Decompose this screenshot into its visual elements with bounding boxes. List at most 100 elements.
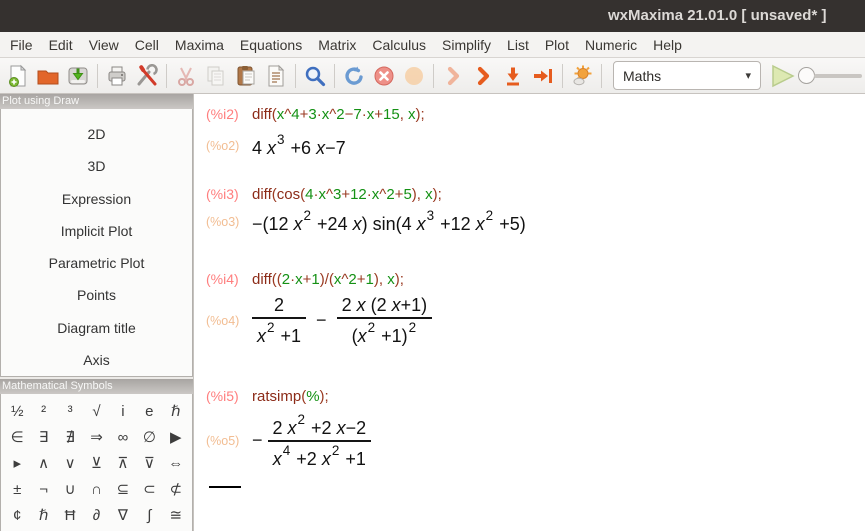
draw-button-3d[interactable]: 3D: [7, 153, 186, 179]
wxmaxima-window: wxMaxima 21.01.0 [ unsaved* ] File Edit Vi…: [0, 0, 865, 531]
symbol-button[interactable]: ∈: [11, 428, 24, 446]
draw-pane-caption[interactable]: Plot using Draw: [0, 94, 193, 109]
evaluate-to-point-icon[interactable]: [528, 61, 558, 91]
menu-plot[interactable]: Plot: [537, 37, 577, 53]
draw-button-parametric-plot[interactable]: Parametric Plot: [7, 250, 186, 276]
symbol-button[interactable]: ⊼: [117, 454, 128, 472]
paste-icon[interactable]: [231, 61, 261, 91]
new-document-icon[interactable]: [3, 61, 33, 91]
maths-dropdown-value: Maths: [623, 67, 662, 84]
slider-knob-icon[interactable]: [798, 67, 815, 84]
open-icon[interactable]: [33, 61, 63, 91]
symbol-button[interactable]: i: [121, 403, 124, 420]
menu-calculus[interactable]: Calculus: [364, 37, 434, 53]
symbol-button[interactable]: ∂: [93, 507, 100, 524]
toolbar: Maths ▾: [0, 58, 865, 94]
symbol-button[interactable]: ∫: [147, 507, 151, 524]
symbol-button[interactable]: ∪: [65, 480, 76, 498]
evaluate-all-icon[interactable]: [498, 61, 528, 91]
play-icon[interactable]: [768, 61, 798, 91]
symbol-button[interactable]: ⊽: [144, 454, 155, 472]
print-icon[interactable]: [102, 61, 132, 91]
slider-track[interactable]: [814, 73, 862, 78]
draw-button-axis[interactable]: Axis: [7, 347, 186, 373]
symbol-button[interactable]: ⇔: [168, 455, 183, 472]
interrupt-icon[interactable]: [369, 61, 399, 91]
symbols-pane-caption[interactable]: Mathematical Symbols: [0, 379, 193, 394]
configure-icon[interactable]: [132, 61, 162, 91]
symbol-button[interactable]: Ħ: [65, 507, 76, 524]
symbol-button[interactable]: ⊆: [117, 480, 130, 498]
symbol-button[interactable]: ²: [41, 403, 46, 420]
save-icon[interactable]: [63, 61, 93, 91]
symbol-button[interactable]: ±: [13, 481, 21, 498]
maths-dropdown[interactable]: Maths ▾: [613, 61, 761, 90]
cell-input[interactable]: (%i3) diff(cos(4·x^3+12·x^2+5), x);: [206, 186, 865, 203]
draw-button-points[interactable]: Points: [7, 282, 186, 308]
menu-cell[interactable]: Cell: [127, 37, 167, 53]
symbol-button[interactable]: ⇒: [90, 428, 103, 446]
symbol-button[interactable]: ≅: [169, 506, 182, 524]
toolbar-separator: [562, 63, 563, 88]
symbol-button[interactable]: e: [145, 403, 153, 420]
input-code[interactable]: diff(x^4+3·x^2−7·x+15, x);: [252, 106, 425, 123]
draw-button-expression[interactable]: Expression: [7, 186, 186, 212]
cell-output: (%o3) −(12 x2 +24 x) sin(4 x3 +12 x2 +5): [206, 208, 865, 235]
symbol-button[interactable]: ∄: [65, 428, 74, 446]
symbol-button[interactable]: ⊻: [91, 454, 102, 472]
cell-input[interactable]: (%i5) ratsimp(%);: [206, 388, 865, 405]
follow-icon[interactable]: [399, 61, 429, 91]
symbol-button[interactable]: ∃: [39, 428, 48, 446]
select-cell-icon[interactable]: [261, 61, 291, 91]
cut-icon[interactable]: [171, 61, 201, 91]
symbol-button[interactable]: ⊄: [169, 480, 182, 498]
symbol-button[interactable]: ∩: [91, 481, 102, 498]
symbol-button[interactable]: ∨: [65, 454, 76, 472]
draw-button-diagram-title[interactable]: Diagram title: [7, 315, 186, 341]
menu-simplify[interactable]: Simplify: [434, 37, 499, 53]
menu-maxima[interactable]: Maxima: [167, 37, 232, 53]
symbol-button[interactable]: ⊂: [143, 480, 156, 498]
find-icon[interactable]: [300, 61, 330, 91]
draw-button-implicit-plot[interactable]: Implicit Plot: [7, 218, 186, 244]
symbol-button[interactable]: ³: [68, 403, 73, 420]
toolbar-separator: [97, 63, 98, 88]
menu-equations[interactable]: Equations: [232, 37, 310, 53]
symbol-button[interactable]: ▸: [13, 454, 21, 472]
symbol-button[interactable]: ∇: [118, 506, 128, 524]
input-code[interactable]: ratsimp(%);: [252, 388, 329, 405]
symbol-button[interactable]: ¬: [39, 481, 48, 498]
symbol-button[interactable]: ∞: [118, 429, 129, 446]
symbol-button[interactable]: ¢: [13, 507, 21, 524]
menu-matrix[interactable]: Matrix: [310, 37, 364, 53]
menu-numeric[interactable]: Numeric: [577, 37, 645, 53]
cell-input[interactable]: (%i2) diff(x^4+3·x^2−7·x+15, x);: [206, 106, 865, 123]
copy-icon[interactable]: [201, 61, 231, 91]
worksheet[interactable]: (%i2) diff(x^4+3·x^2−7·x+15, x); (%o2) 4 x3…: [193, 94, 865, 531]
menu-file[interactable]: File: [2, 37, 41, 53]
evaluate-cell-icon[interactable]: [468, 61, 498, 91]
window-title: wxMaxima 21.01.0 [ unsaved* ]: [608, 7, 827, 24]
symbol-button[interactable]: √: [92, 403, 100, 420]
cell-input[interactable]: (%i4) diff((2·x+1)/(x^2+1), x);: [206, 271, 865, 288]
menu-edit[interactable]: Edit: [41, 37, 81, 53]
menu-list[interactable]: List: [499, 37, 537, 53]
title-bar[interactable]: wxMaxima 21.01.0 [ unsaved* ]: [0, 0, 865, 32]
symbol-button[interactable]: ½: [11, 403, 24, 420]
symbol-button[interactable]: ℏ: [39, 506, 49, 524]
symbol-button[interactable]: ▶: [170, 428, 182, 446]
menu-help[interactable]: Help: [645, 37, 690, 53]
input-label: (%i2): [206, 106, 239, 122]
draw-icon[interactable]: [567, 61, 597, 91]
symbol-button[interactable]: ∅: [143, 428, 156, 446]
menu-view[interactable]: View: [81, 37, 127, 53]
evaluate-rest-icon[interactable]: [438, 61, 468, 91]
symbol-button[interactable]: ℏ: [171, 402, 181, 420]
symbol-button[interactable]: ∧: [38, 454, 49, 472]
restart-icon[interactable]: [339, 61, 369, 91]
draw-button-2d[interactable]: 2D: [7, 121, 186, 147]
toolbar-separator: [295, 63, 296, 88]
input-code[interactable]: diff((2·x+1)/(x^2+1), x);: [252, 271, 404, 288]
input-code[interactable]: diff(cos(4·x^3+12·x^2+5), x);: [252, 186, 442, 203]
animation-slider[interactable]: [798, 67, 862, 84]
